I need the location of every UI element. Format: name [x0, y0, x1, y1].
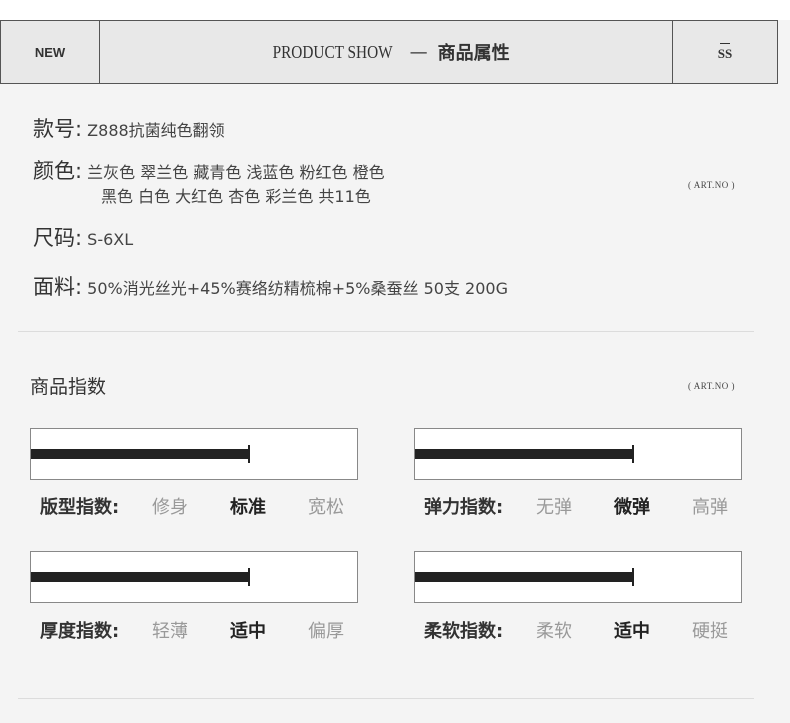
section-header: NEW PRODUCT SHOW — 商品属性 SS — [0, 20, 778, 84]
softness-option-stiff: 硬挺 — [692, 621, 728, 642]
size-label: 尺码: — [33, 226, 83, 250]
season-overline — [720, 42, 730, 44]
model-row: 款号: Z888抗菌纯色翻领 — [33, 113, 225, 143]
stretch-index-labels: 弹力指数: 无弹 微弹 高弹 — [424, 493, 728, 519]
meter-fill — [415, 572, 634, 582]
divider-bottom — [18, 698, 754, 699]
meter-tick — [248, 568, 251, 586]
header-title-cn: 商品属性 — [437, 43, 510, 64]
thickness-index-meter — [30, 551, 358, 603]
top-margin — [0, 0, 790, 20]
header-new-tag: NEW — [1, 21, 100, 83]
meter-fill — [31, 449, 250, 459]
fabric-row: 面料: 50%消光丝光+45%赛络纺精梳棉+5%桑蚕丝 50支 200G — [33, 271, 508, 301]
softness-index-meter — [414, 551, 742, 603]
header-season-tag: SS — [672, 21, 777, 83]
fit-index-label: 版型指数: — [40, 497, 120, 518]
fabric-value: 50%消光丝光+45%赛络纺精梳棉+5%桑蚕丝 50支 200G — [87, 279, 508, 298]
stretch-option-slight: 微弹 — [614, 497, 650, 518]
softness-index-label: 柔软指数: — [424, 621, 504, 642]
header-title: PRODUCT SHOW — 商品属性 — [100, 21, 672, 83]
header-title-en: PRODUCT SHOW — [272, 41, 394, 62]
season-text: SS — [717, 45, 733, 61]
stretch-index-label: 弹力指数: — [424, 497, 504, 518]
softness-index-labels: 柔软指数: 柔软 适中 硬挺 — [424, 617, 728, 643]
index-section-title: 商品指数 — [30, 376, 107, 398]
fit-index-meter — [30, 428, 358, 480]
header-separator: — — [409, 41, 428, 63]
meter-tick — [632, 568, 635, 586]
thickness-option-thin: 轻薄 — [152, 621, 188, 642]
meter-fill — [31, 572, 250, 582]
softness-option-medium: 适中 — [614, 621, 650, 642]
fit-option-loose: 宽松 — [308, 497, 344, 518]
model-label: 款号: — [33, 117, 83, 141]
fit-option-standard: 标准 — [230, 497, 266, 518]
meter-tick — [248, 445, 251, 463]
thickness-index-label: 厚度指数: — [40, 621, 120, 642]
stretch-option-high: 高弹 — [692, 497, 728, 518]
size-row: 尺码: S-6XL — [33, 222, 133, 252]
stretch-option-none: 无弹 — [536, 497, 572, 518]
divider-top — [18, 331, 754, 332]
color-value-line2: 黑色 白色 大红色 杏色 彩兰色 共11色 — [101, 187, 371, 206]
meter-tick — [632, 445, 635, 463]
color-value-line1: 兰灰色 翠兰色 藏青色 浅蓝色 粉红色 橙色 — [87, 163, 385, 182]
fit-option-slim: 修身 — [152, 497, 188, 518]
size-value: S-6XL — [87, 230, 134, 249]
thickness-index-labels: 厚度指数: 轻薄 适中 偏厚 — [40, 617, 344, 643]
softness-option-soft: 柔软 — [536, 621, 572, 642]
fabric-label: 面料: — [33, 275, 83, 299]
fit-index-labels: 版型指数: 修身 标准 宽松 — [40, 493, 344, 519]
thickness-option-medium: 适中 — [230, 621, 266, 642]
art-no-index: ( ART.NO ) — [688, 381, 736, 391]
thickness-option-thick: 偏厚 — [308, 621, 344, 642]
stretch-index-meter — [414, 428, 742, 480]
art-no-info: ( ART.NO ) — [688, 180, 736, 190]
color-row: 颜色: 兰灰色 翠兰色 藏青色 浅蓝色 粉红色 橙色 — [33, 155, 385, 185]
color-label: 颜色: — [33, 159, 83, 183]
meter-fill — [415, 449, 634, 459]
model-value: Z888抗菌纯色翻领 — [87, 121, 225, 140]
